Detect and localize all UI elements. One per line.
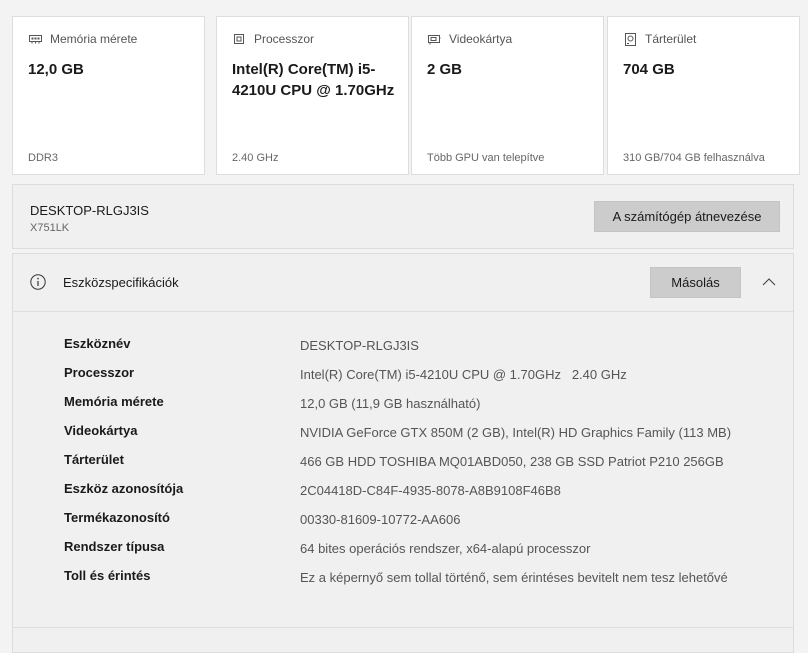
gpu-card: Videokártya 2 GB Több GPU van telepítve [411,16,604,175]
copy-button[interactable]: Másolás [650,267,741,298]
spec-label: Videokártya [64,423,138,438]
spec-row-product-id: Termékazonosító 00330-81609-10772-AA606 [13,510,793,539]
card-footer: Több GPU van telepítve [427,152,545,164]
processor-card: Processzor Intel(R) Core(TM) i5-4210U CP… [216,16,409,175]
spec-value: 466 GB HDD TOSHIBA MQ01ABD050, 238 GB SS… [300,454,724,469]
memory-card: Memória mérete 12,0 GB DDR3 [12,16,205,175]
spec-value: Ez a képernyő sem tollal történő, sem ér… [300,570,728,585]
card-value: 2 GB [427,61,463,78]
spec-row-storage: Tárterület 466 GB HDD TOSHIBA MQ01ABD050… [13,452,793,481]
card-footer: 310 GB/704 GB felhasználva [623,152,765,164]
chevron-up-icon[interactable] [761,274,777,290]
spec-value: Intel(R) Core(TM) i5-4210U CPU @ 1.70GHz… [300,367,627,382]
spec-value: 12,0 GB (11,9 GB használható) [300,396,481,411]
spec-value: 00330-81609-10772-AA606 [300,512,461,527]
storage-icon [623,32,637,46]
rename-pc-button[interactable]: A számítógép átnevezése [594,201,780,232]
device-model: X751LK [30,222,70,234]
spec-row-system-type: Rendszer típusa 64 bites operációs rends… [13,539,793,568]
spec-label: Memória mérete [64,394,164,409]
spec-value: NVIDIA GeForce GTX 850M (2 GB), Intel(R)… [300,425,732,440]
spec-row-device-name: Eszköznév DESKTOP-RLGJ3IS [13,336,793,365]
spec-label: Tárterület [64,452,124,467]
card-header: Processzor [254,32,315,46]
gpu-icon [427,32,441,46]
specs-title: Eszközspecifikációk [63,275,179,290]
spec-value: 2C04418D-C84F-4935-8078-A8B9108F46B8 [300,483,561,498]
spec-label: Eszköz azonosítója [64,481,184,496]
spec-row-processor: Processzor Intel(R) Core(TM) i5-4210U CP… [13,365,793,394]
spec-row-device-id: Eszköz azonosítója 2C04418D-C84F-4935-80… [13,481,793,510]
card-footer: 2.40 GHz [232,152,279,164]
spec-row-memory: Memória mérete 12,0 GB (11,9 GB használh… [13,394,793,423]
divider [12,627,794,628]
spec-row-pen-touch: Toll és érintés Ez a képernyő sem tollal… [13,568,793,608]
specs-header[interactable]: Eszközspecifikációk Másolás [13,254,793,312]
storage-card: Tárterület 704 GB 310 GB/704 GB felhaszn… [607,16,800,175]
spec-label: Processzor [64,365,135,380]
card-footer: DDR3 [28,152,58,164]
card-value: Intel(R) Core(TM) i5-4210U CPU @ 1.70GHz [232,61,395,99]
summary-cards: Memória mérete 12,0 GB DDR3 Processzor I… [12,16,800,177]
card-header: Videokártya [449,32,513,46]
card-value: 704 GB [623,61,675,78]
device-name-panel: DESKTOP-RLGJ3IS X751LK A számítógép átne… [12,184,794,249]
device-specifications-panel: Eszközspecifikációk Másolás Eszköznév DE… [12,253,794,653]
info-icon [30,274,46,290]
spec-value: 64 bites operációs rendszer, x64-alapú p… [300,541,591,556]
spec-label: Rendszer típusa [64,539,165,554]
spec-row-gpu: Videokártya NVIDIA GeForce GTX 850M (2 G… [13,423,793,452]
ram-icon [28,32,42,46]
device-name: DESKTOP-RLGJ3IS [30,203,149,218]
card-value: 12,0 GB [28,61,84,78]
card-header: Memória mérete [50,32,138,46]
spec-label: Eszköznév [64,336,131,351]
spec-label: Toll és érintés [64,568,151,583]
spec-value: DESKTOP-RLGJ3IS [300,338,419,353]
spec-label: Termékazonosító [64,510,170,525]
card-header: Tárterület [645,32,697,46]
cpu-icon [232,32,246,46]
